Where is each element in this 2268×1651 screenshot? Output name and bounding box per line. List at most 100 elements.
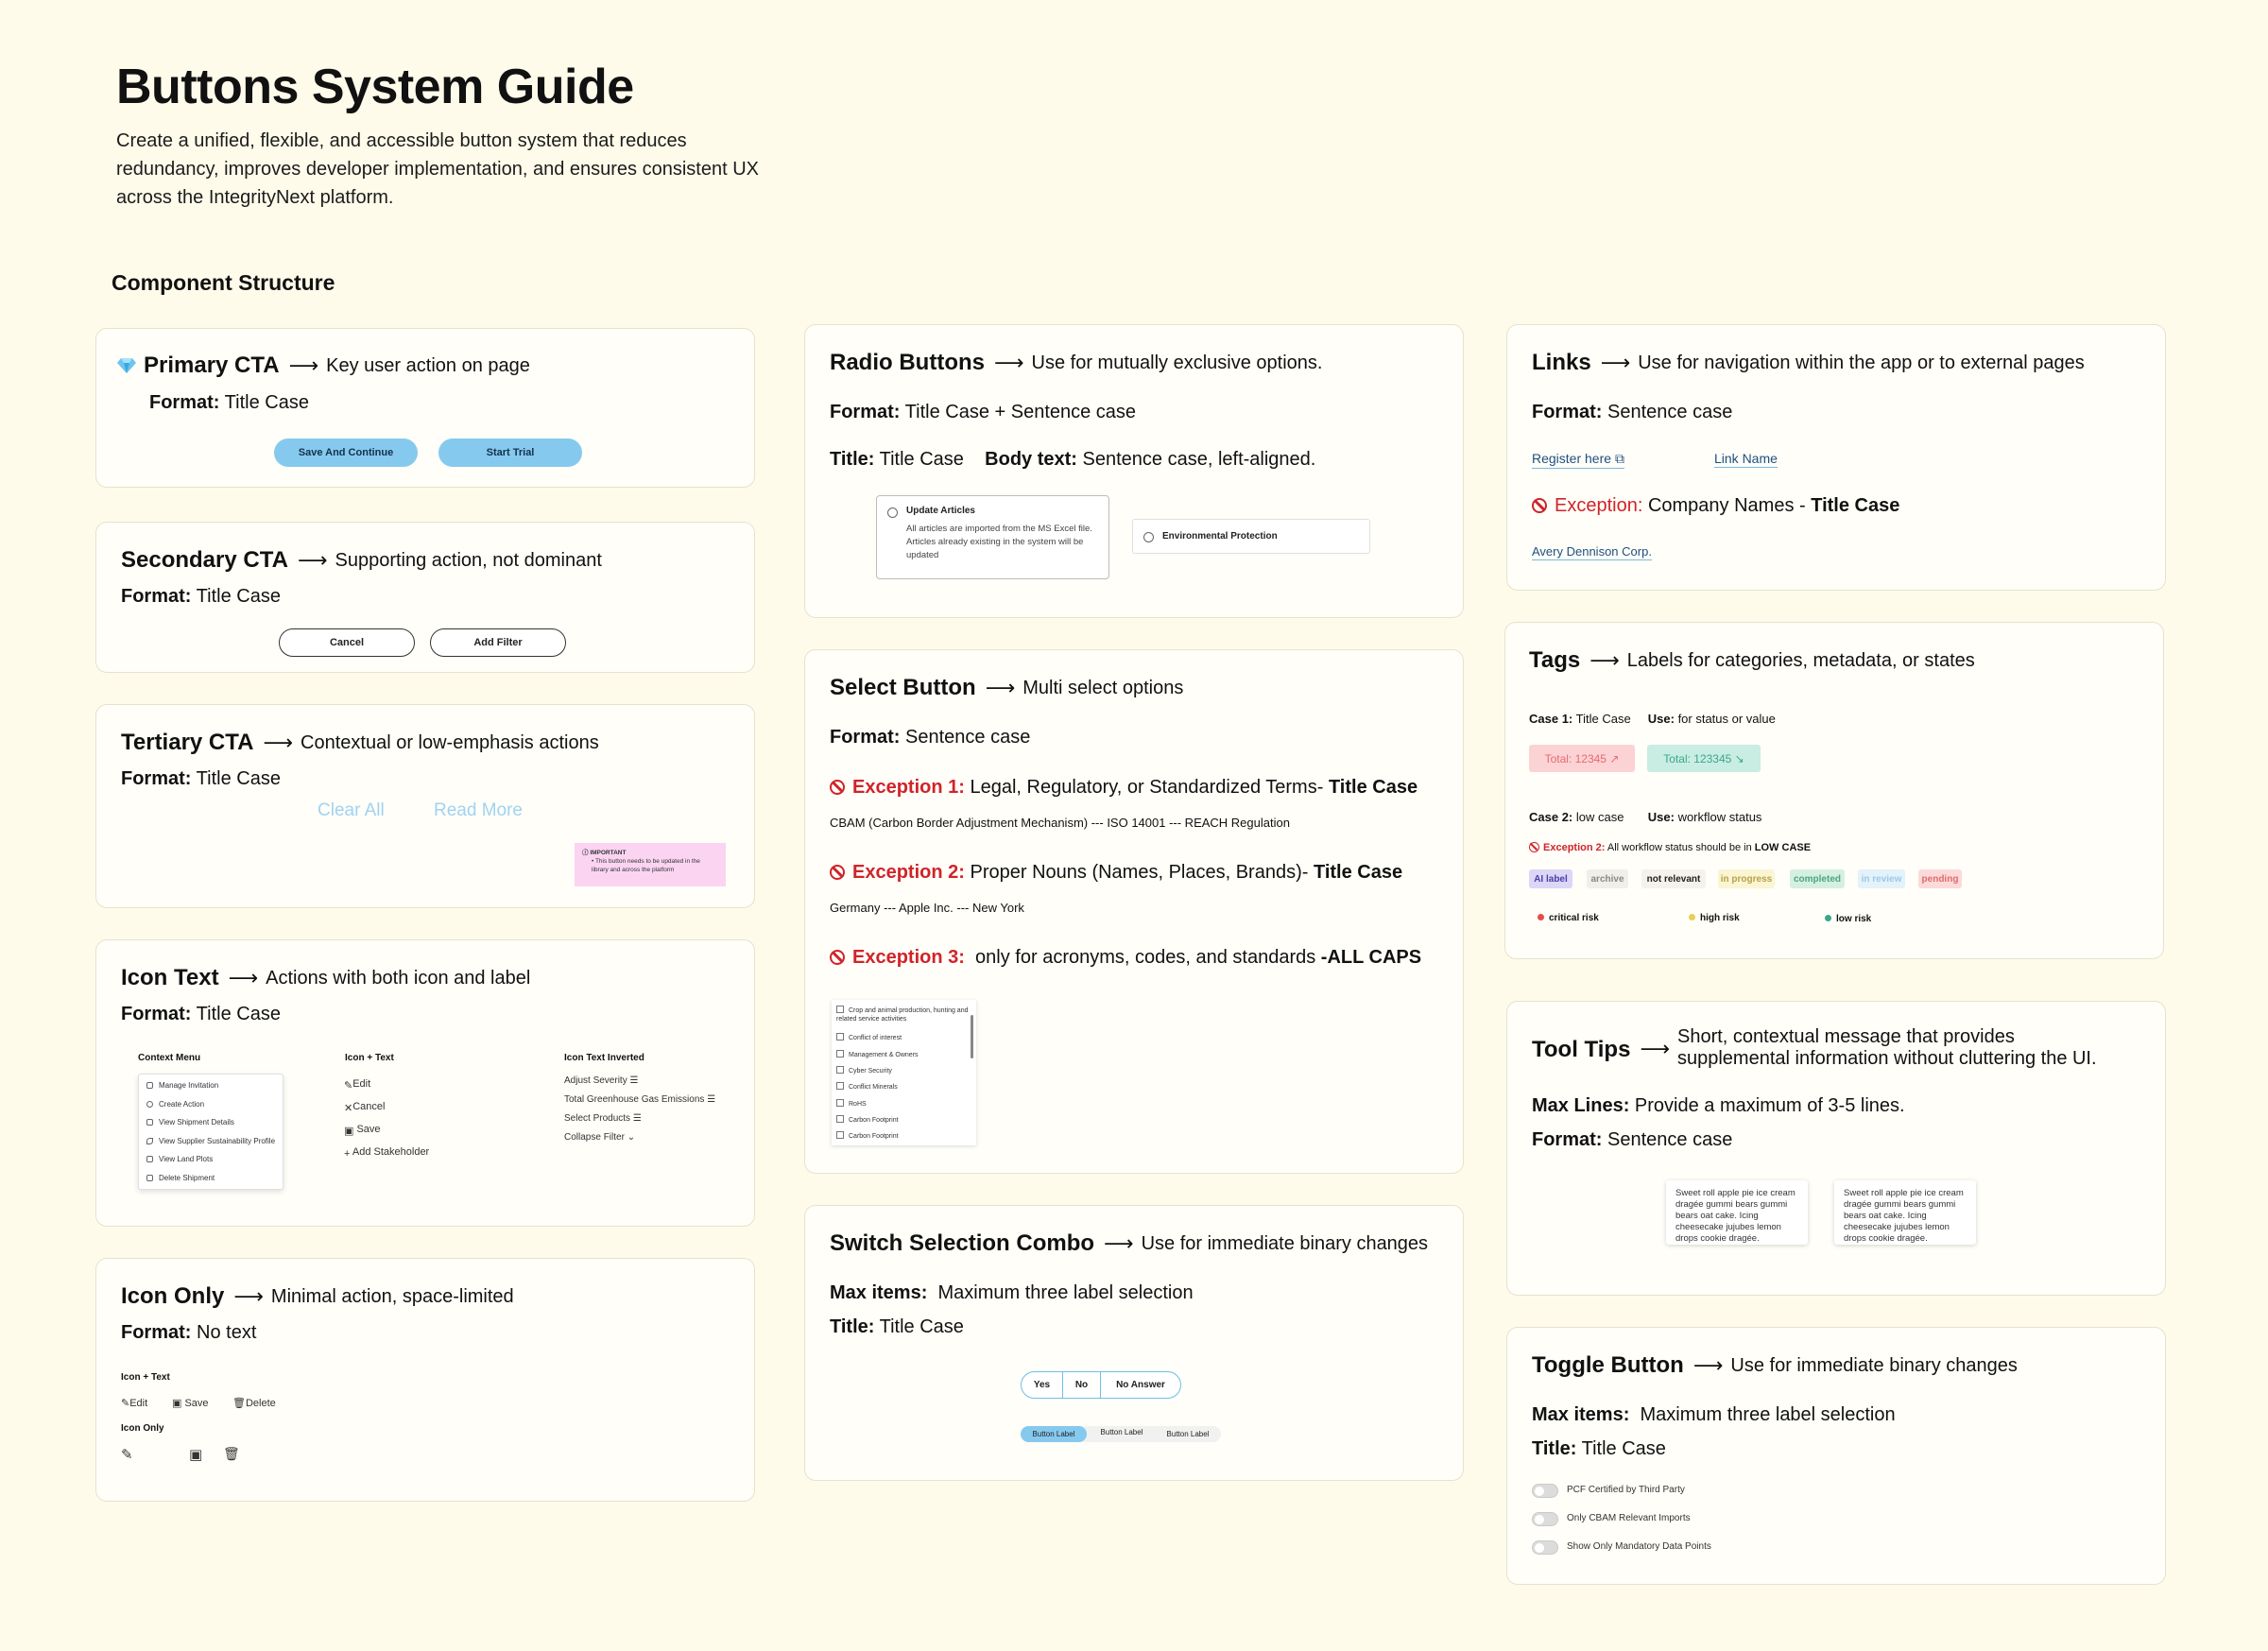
cancel-action[interactable]: ✕Cancel — [344, 1101, 385, 1114]
start-trial-button[interactable]: Start Trial — [438, 439, 582, 467]
list-item[interactable]: RoHS — [836, 1099, 867, 1108]
segment-no-answer[interactable]: No Answer — [1101, 1372, 1180, 1398]
checkbox — [836, 1006, 844, 1013]
scrollbar[interactable] — [971, 1015, 973, 1058]
tooltips-title: Tool Tips — [1532, 1037, 1631, 1062]
sliders-icon: ☰ — [707, 1094, 716, 1105]
exception-3: Exception 3: only for acronyms, codes, a… — [830, 947, 1421, 969]
radio-circle — [1143, 532, 1154, 542]
page-intro: Create a unified, flexible, and accessib… — [116, 130, 759, 208]
radio-option-environmental-protection[interactable]: Environmental Protection — [1132, 519, 1370, 554]
clear-all-link[interactable]: Clear All — [318, 800, 385, 821]
save-and-continue-button[interactable]: Save And Continue — [274, 439, 418, 467]
tag-in-review: in review — [1858, 869, 1905, 888]
select-products-action[interactable]: Select Products ☰ — [564, 1113, 642, 1124]
exception-1-example: CBAM (Carbon Border Adjustment Mechanism… — [830, 816, 1290, 830]
tertiary-cta-desc: Contextual or low-emphasis actions — [301, 731, 599, 753]
menu-item-view-shipment[interactable]: View Shipment Details — [139, 1113, 283, 1132]
edit-icon[interactable]: ✎ — [121, 1446, 133, 1463]
tag-completed: completed — [1790, 869, 1845, 888]
checkbox — [836, 1066, 844, 1074]
edit-action[interactable]: ✎Edit — [344, 1078, 370, 1092]
dot-icon — [1825, 915, 1831, 921]
links-format: Sentence case — [1607, 402, 1733, 422]
edit-icon: ✎ — [121, 1398, 130, 1409]
combo-option-2[interactable]: Button Label — [1089, 1428, 1155, 1436]
save-action[interactable]: ▣ Save — [172, 1397, 209, 1409]
icon-text-format: Title Case — [196, 1004, 281, 1024]
list-item[interactable]: Carbon Footprint — [836, 1115, 899, 1124]
icon-text-desc: Actions with both icon and label — [266, 967, 531, 989]
links-exception: Exception: Company Names - Title Case — [1532, 495, 1899, 517]
icon-only-card: Icon Only ⟶ Minimal action, space-limite… — [95, 1258, 755, 1502]
list-item[interactable]: Carbon Footprint — [836, 1131, 899, 1140]
list-item[interactable]: Conflict Minerals — [836, 1082, 898, 1091]
shipment-icon — [146, 1119, 153, 1126]
menu-item-view-supplier[interactable]: View Supplier Sustainability Profile — [139, 1132, 283, 1151]
add-stakeholder-action[interactable]: + Add Stakeholder — [344, 1146, 429, 1160]
trash-icon[interactable]: 🗑 — [223, 1446, 240, 1462]
icon-text-title: Icon Text — [121, 965, 219, 990]
toggle-label: Show Only Mandatory Data Points — [1567, 1541, 1711, 1552]
envelope-icon — [146, 1082, 153, 1090]
checkbox — [836, 1050, 844, 1058]
add-filter-button[interactable]: Add Filter — [430, 628, 566, 657]
toggle-desc: Use for immediate binary changes — [1730, 1354, 2018, 1376]
edit-action[interactable]: ✎Edit — [121, 1397, 147, 1409]
read-more-link[interactable]: Read More — [434, 800, 523, 821]
register-here-link[interactable]: Register here ⧉ — [1532, 451, 1624, 469]
link-name-link[interactable]: Link Name — [1714, 451, 1778, 468]
tertiary-cta-title: Tertiary CTA — [121, 730, 254, 755]
switch-title: Switch Selection Combo — [830, 1230, 1095, 1256]
combo-option-1[interactable]: Button Label — [1021, 1426, 1087, 1442]
toggle-switch[interactable] — [1532, 1512, 1558, 1526]
select-desc: Multi select options — [1022, 677, 1184, 698]
external-link-icon: ⧉ — [1614, 451, 1624, 466]
segment-yes[interactable]: Yes — [1022, 1372, 1063, 1398]
company-link[interactable]: Avery Dennison Corp. — [1532, 544, 1652, 560]
radio-circle — [887, 507, 898, 518]
radio-format: Title Case + Sentence case — [904, 402, 1137, 422]
tertiary-cta-card: Tertiary CTA ⟶ Contextual or low-emphasi… — [95, 704, 755, 908]
checkbox — [836, 1115, 844, 1123]
menu-item-view-land-plots[interactable]: View Land Plots — [139, 1150, 283, 1169]
radio-option-update-articles[interactable]: Update Articles All articles are importe… — [876, 495, 1109, 579]
collapse-filter-action[interactable]: Collapse Filter ⌄ — [564, 1132, 635, 1143]
primary-cta-card: Primary CTA ⟶ Key user action on page Fo… — [95, 328, 755, 488]
toggle-switch[interactable] — [1532, 1484, 1558, 1498]
links-title: Links — [1532, 350, 1591, 375]
tooltip-example: Sweet roll apple pie ice cream dragée gu… — [1834, 1180, 1976, 1245]
cancel-button[interactable]: Cancel — [279, 628, 415, 657]
primary-cta-title: Primary CTA — [144, 353, 280, 378]
plus-circle-icon — [146, 1100, 153, 1108]
list-item[interactable]: Conflict of interest — [836, 1033, 902, 1041]
list-item[interactable]: Cyber Security — [836, 1066, 892, 1075]
risk-high: high risk — [1689, 913, 1740, 923]
save-action[interactable]: ▣ Save — [344, 1124, 381, 1137]
toggle-switch[interactable] — [1532, 1540, 1558, 1555]
gem-icon — [117, 358, 136, 373]
tertiary-format: Title Case — [196, 768, 281, 789]
trash-icon: 🗑 — [232, 1398, 246, 1409]
icon-text-inverted-label: Icon Text Inverted — [564, 1053, 644, 1063]
list-item[interactable]: Management & Owners — [836, 1050, 919, 1058]
menu-item-manage-invitation[interactable]: Manage Invitation — [139, 1076, 283, 1095]
segment-no[interactable]: No — [1063, 1372, 1101, 1398]
list-item[interactable]: Crop and animal production, hunting and … — [836, 1006, 969, 1023]
button-combo: Button Label Button Label Button Label — [1021, 1426, 1221, 1442]
exception-2-example: Germany --- Apple Inc. --- New York — [830, 901, 1024, 915]
icon-only-desc: Minimal action, space-limited — [270, 1285, 514, 1307]
menu-item-delete-shipment[interactable]: Delete Shipment — [139, 1169, 283, 1188]
segmented-control: Yes No No Answer — [1021, 1371, 1181, 1399]
leaf-icon — [146, 1137, 153, 1144]
trash-icon — [146, 1174, 153, 1181]
combo-option-3[interactable]: Button Label — [1155, 1426, 1221, 1442]
total-ghg-action[interactable]: Total Greenhouse Gas Emissions ☰ — [564, 1094, 715, 1105]
adjust-severity-action[interactable]: Adjust Severity ☰ — [564, 1075, 638, 1086]
icon-only-title: Icon Only — [121, 1283, 225, 1309]
icon-plus-text-label: Icon + Text — [121, 1372, 170, 1383]
delete-action[interactable]: 🗑Delete — [232, 1397, 276, 1409]
save-icon: ▣ — [172, 1398, 182, 1409]
save-icon[interactable]: ▣ — [189, 1446, 202, 1463]
menu-item-create-action[interactable]: Create Action — [139, 1095, 283, 1114]
